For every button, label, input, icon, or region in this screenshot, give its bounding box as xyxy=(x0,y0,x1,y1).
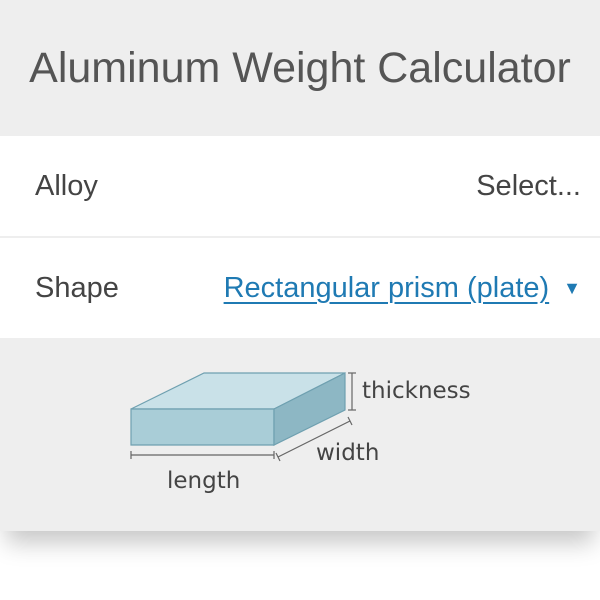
alloy-select[interactable]: Select... xyxy=(476,170,581,203)
plate-front-face xyxy=(130,408,275,446)
shape-selected-value[interactable]: Rectangular prism (plate) xyxy=(224,272,550,305)
shape-label: Shape xyxy=(35,271,119,304)
shape-diagram: thickness width length xyxy=(0,338,600,531)
calculator-card: Aluminum Weight Calculator Alloy Select.… xyxy=(0,0,600,531)
shape-select[interactable]: Rectangular prism (plate) ▼ xyxy=(224,272,581,305)
thickness-dimension xyxy=(348,372,356,411)
width-label: width xyxy=(316,440,379,466)
length-label: length xyxy=(167,468,240,494)
thickness-label: thickness xyxy=(362,378,471,404)
alloy-label: Alloy xyxy=(35,169,98,202)
plate-diagram-svg: thickness width length xyxy=(130,372,471,494)
shape-row: Shape Rectangular prism (plate) ▼ xyxy=(0,238,600,338)
length-dimension xyxy=(130,451,275,459)
dropdown-caret-icon[interactable]: ▼ xyxy=(563,278,581,299)
page-title: Aluminum Weight Calculator xyxy=(29,43,571,92)
alloy-row: Alloy Select... xyxy=(0,136,600,236)
